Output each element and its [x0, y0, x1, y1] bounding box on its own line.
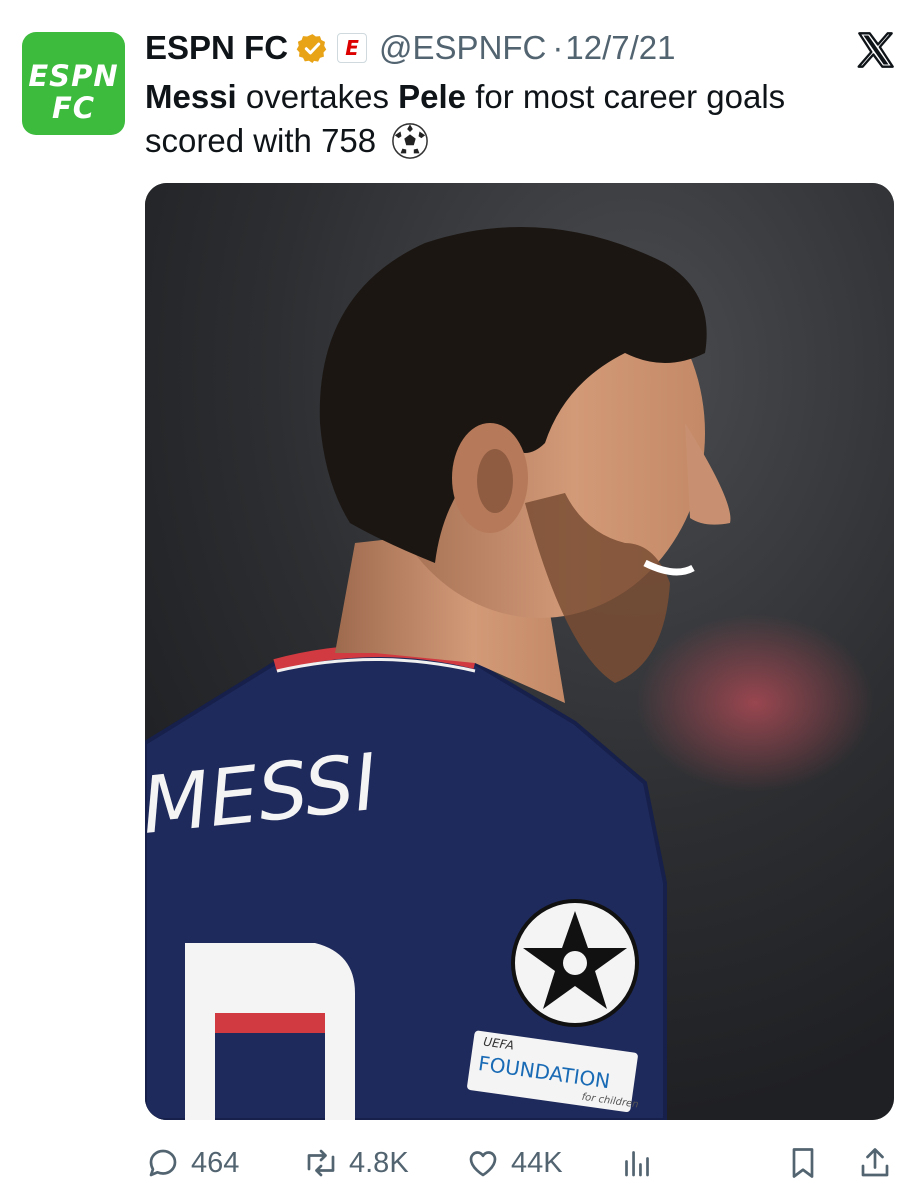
tweet-header: ESPN FC E @ESPNFC · 12/7/21 [145, 26, 845, 70]
reply-count: 464 [191, 1146, 240, 1179]
views-icon [625, 1151, 649, 1177]
like-button[interactable]: 44K [465, 1138, 563, 1188]
like-count: 44K [511, 1146, 563, 1179]
verified-badge-icon [296, 33, 327, 63]
share-button[interactable] [857, 1138, 893, 1188]
champions-league-badge [511, 899, 639, 1027]
tweet-text-bold-pele: Pele [398, 78, 467, 115]
account-handle[interactable]: @ESPNFC [379, 29, 546, 67]
repost-icon [307, 1149, 335, 1177]
avatar-logo-line2: FC [51, 91, 96, 125]
views-button[interactable] [619, 1138, 655, 1188]
like-icon [469, 1151, 497, 1177]
bookmark-button[interactable] [785, 1138, 821, 1188]
share-icon [861, 1148, 889, 1177]
avatar-logo-line1: ESPN [28, 59, 119, 93]
repost-count: 4.8K [349, 1146, 409, 1179]
action-bar: 464 4.8K 44K [145, 1138, 895, 1188]
tweet-text: Messi overtakes Pele for most career goa… [145, 75, 845, 163]
bookmark-icon [792, 1148, 814, 1178]
repost-button[interactable]: 4.8K [303, 1138, 409, 1188]
tweet-date[interactable]: 12/7/21 [565, 29, 675, 67]
player-photo: MESSI UEFA FOUNDATION for children [145, 183, 894, 1120]
tweet-media-image[interactable]: MESSI UEFA FOUNDATION for children [145, 183, 894, 1120]
x-logo-icon[interactable] [856, 30, 896, 70]
tweet-text-bold-messi: Messi [145, 78, 237, 115]
reply-button[interactable]: 464 [145, 1138, 239, 1188]
espn-fc-avatar[interactable]: ESPN FC [22, 32, 125, 135]
separator-dot: · [552, 29, 564, 66]
reply-icon [149, 1149, 177, 1177]
tweet-text-part1: overtakes [236, 78, 399, 115]
soccer-ball-icon [392, 123, 429, 159]
account-name[interactable]: ESPN FC [145, 29, 288, 67]
espn-affiliate-badge[interactable]: E [337, 33, 368, 63]
